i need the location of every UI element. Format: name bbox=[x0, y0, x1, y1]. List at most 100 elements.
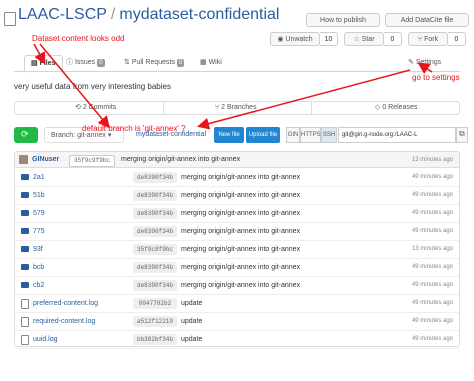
annotation-goto-settings: go to settings bbox=[412, 73, 460, 82]
tab-pull-requests[interactable]: ⇅ Pull Requests 0 bbox=[124, 55, 185, 71]
arrow-to-default-branch bbox=[197, 69, 411, 130]
file-name-link[interactable]: preferred-content.log bbox=[33, 294, 98, 313]
branches-link[interactable]: ⑂ 2 Branches bbox=[215, 102, 257, 114]
tab-wiki[interactable]: ▦ Wiki bbox=[200, 55, 222, 71]
file-name-link[interactable]: 775 bbox=[33, 222, 45, 241]
new-file-button[interactable]: New file bbox=[214, 127, 244, 143]
commit-sha[interactable]: de8390f34b bbox=[133, 262, 177, 273]
gin-protocol-button[interactable]: GIN bbox=[286, 127, 300, 143]
latest-commit-sha[interactable]: 35f9c9f9bc bbox=[69, 155, 115, 167]
folder-icon bbox=[21, 246, 29, 252]
repo-stats-bar: ⟲ 2 Commits ⑂ 2 Branches ◇ 0 Releases bbox=[14, 101, 460, 115]
unwatch-button[interactable]: ◉ Unwatch bbox=[270, 32, 320, 46]
file-row[interactable]: 579 de8390f34b merging origin/git-annex in… bbox=[15, 204, 459, 223]
star-count[interactable]: 0 bbox=[384, 32, 402, 46]
commit-sha[interactable]: de8390f34b bbox=[133, 280, 177, 291]
commit-sha[interactable]: de8390f34b bbox=[133, 208, 177, 219]
commit-message[interactable]: merging origin/git-annex into git-annex bbox=[181, 240, 300, 259]
commit-sha[interactable]: 35f9c9f9bc bbox=[133, 244, 177, 255]
copy-icon: ⧉ bbox=[459, 129, 465, 138]
file-row[interactable]: 51b de8390f34b merging origin/git-annex in… bbox=[15, 186, 459, 205]
commit-message[interactable]: merging origin/git-annex into git-annex bbox=[181, 276, 300, 295]
file-row[interactable]: cb2 de8390f34b merging origin/git-annex in… bbox=[15, 276, 459, 295]
commit-sha[interactable]: de8390f34b bbox=[133, 226, 177, 237]
tab-settings[interactable]: ✎ Settings bbox=[408, 55, 441, 71]
commit-message[interactable]: merging origin/git-annex into git-annex bbox=[181, 258, 300, 277]
commit-message[interactable]: merging origin/git-annex into git-annex bbox=[181, 168, 300, 187]
repo-name-link[interactable]: mydataset-confidential bbox=[119, 6, 279, 23]
commit-message[interactable]: update bbox=[181, 294, 202, 313]
commit-sha[interactable]: de8390f34b bbox=[133, 190, 177, 201]
commit-age: 49 minutes ago bbox=[411, 336, 453, 342]
tab-issues-label: Issues bbox=[74, 59, 96, 66]
sync-icon: ⟳ bbox=[21, 129, 29, 139]
folder-icon bbox=[21, 264, 29, 270]
commit-sha[interactable]: bb382bf34b bbox=[133, 334, 177, 345]
tab-settings-label: Settings bbox=[415, 59, 442, 66]
file-name-link[interactable]: 93f bbox=[33, 240, 43, 259]
fork-button[interactable]: ⑂ Fork bbox=[408, 32, 448, 46]
commit-message[interactable]: update bbox=[181, 330, 202, 349]
tab-wiki-label: Wiki bbox=[208, 59, 222, 66]
file-name-link[interactable]: 51b bbox=[33, 186, 45, 205]
sync-button[interactable]: ⟳ bbox=[14, 127, 38, 143]
file-name-link[interactable]: uuid.log bbox=[33, 330, 58, 349]
history-icon: ⟲ bbox=[75, 104, 83, 111]
commit-message[interactable]: merging origin/git-annex into git-annex bbox=[181, 222, 300, 241]
folder-icon bbox=[21, 192, 29, 198]
file-name-link[interactable]: cb2 bbox=[33, 276, 44, 295]
commit-sha[interactable]: de8390f34b bbox=[133, 172, 177, 183]
tab-files-label: Files bbox=[39, 60, 56, 67]
unwatch-count[interactable]: 10 bbox=[320, 32, 338, 46]
fork-label: Fork bbox=[424, 36, 439, 43]
folder-icon bbox=[21, 174, 29, 180]
commit-age: 13 minutes ago bbox=[411, 246, 453, 252]
file-row[interactable]: uuid.log bb382bf34b update 49 minutes ago bbox=[15, 330, 459, 349]
fork-count[interactable]: 0 bbox=[448, 32, 466, 46]
commit-user-link[interactable]: GINuser bbox=[32, 152, 59, 168]
commit-age: 49 minutes ago bbox=[411, 192, 453, 198]
book-icon: ▦ bbox=[200, 59, 209, 66]
commit-age: 49 minutes ago bbox=[411, 318, 453, 324]
ssh-protocol-button[interactable]: SSH bbox=[321, 127, 337, 143]
commit-message[interactable]: merging origin/git-annex into git-annex bbox=[181, 204, 300, 223]
star-button[interactable]: ☆ Star bbox=[344, 32, 384, 46]
file-row[interactable]: required-content.log a512f12219 update 49 m… bbox=[15, 312, 459, 331]
star-icon: ☆ bbox=[353, 36, 362, 43]
commit-sha[interactable]: a512f12219 bbox=[133, 316, 177, 327]
file-icon bbox=[21, 335, 29, 345]
tab-issues[interactable]: ⓘ Issues 0 bbox=[66, 55, 105, 71]
releases-label: 0 Releases bbox=[382, 104, 418, 111]
commit-message[interactable]: update bbox=[181, 312, 202, 331]
how-to-publish-button[interactable]: How to publish bbox=[306, 13, 380, 27]
commit-sha[interactable]: 0047702b2 bbox=[133, 298, 177, 309]
branch-dropdown-label: Branch: git-annex bbox=[51, 132, 106, 139]
caret-down-icon: ▾ bbox=[105, 132, 112, 139]
releases-link[interactable]: ◇ 0 Releases bbox=[375, 102, 417, 114]
star-label: Star bbox=[361, 36, 375, 43]
copy-url-button[interactable]: ⧉ bbox=[456, 127, 468, 143]
file-name-link[interactable]: 2a1 bbox=[33, 168, 45, 187]
stats-divider bbox=[163, 102, 164, 114]
file-name-link[interactable]: bcb bbox=[33, 258, 44, 277]
commits-link[interactable]: ⟲ 2 Commits bbox=[75, 102, 116, 114]
repo-title: LAAC-LSCP / mydataset-confidential bbox=[18, 6, 279, 24]
file-name-link[interactable]: required-content.log bbox=[33, 312, 95, 331]
stats-divider bbox=[311, 102, 312, 114]
how-to-publish-label: How to publish bbox=[320, 17, 366, 24]
repo-owner-link[interactable]: LAAC-LSCP bbox=[18, 6, 107, 23]
file-row[interactable]: 775 de8390f34b merging origin/git-annex in… bbox=[15, 222, 459, 241]
clone-url-input[interactable]: git@gin.g-node.org:/LAAC-L bbox=[338, 127, 456, 143]
add-datacite-button[interactable]: Add DataCite file bbox=[385, 13, 469, 27]
file-row[interactable]: 93f 35f9c9f9bc merging origin/git-annex in… bbox=[15, 240, 459, 259]
upload-file-button[interactable]: Upload file bbox=[246, 127, 280, 143]
folder-icon bbox=[21, 210, 29, 216]
https-protocol-button[interactable]: HTTPS bbox=[300, 127, 321, 143]
file-row[interactable]: bcb de8390f34b merging origin/git-annex in… bbox=[15, 258, 459, 277]
file-row[interactable]: 2a1 de8390f34b merging origin/git-annex in… bbox=[15, 168, 459, 187]
issues-count-badge: 0 bbox=[97, 59, 105, 67]
commit-message[interactable]: merging origin/git-annex into git-annex bbox=[181, 186, 300, 205]
commits-label: 2 Commits bbox=[82, 104, 117, 111]
file-name-link[interactable]: 579 bbox=[33, 204, 45, 223]
file-row[interactable]: preferred-content.log 0047702b2 update 49 m… bbox=[15, 294, 459, 313]
